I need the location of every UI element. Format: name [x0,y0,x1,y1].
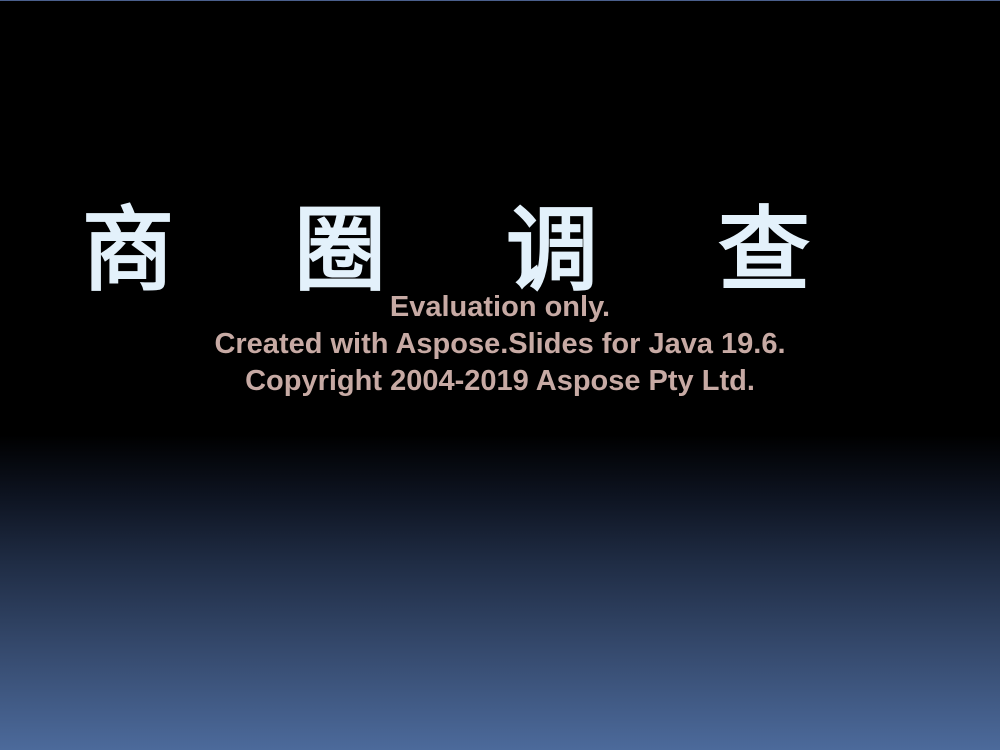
watermark-line-created-with: Created with Aspose.Slides for Java 19.6… [214,328,786,360]
watermark-line-copyright: Copyright 2004-2019 Aspose Pty Ltd. [245,365,755,397]
watermark-line-evaluation: Evaluation only. [389,291,611,323]
top-border [0,0,1000,1]
slide: 商 圈 调 查 Evaluation only. Created with As… [0,0,1000,750]
evaluation-watermark: Evaluation only. Created with Aspose.Sli… [0,289,1000,400]
